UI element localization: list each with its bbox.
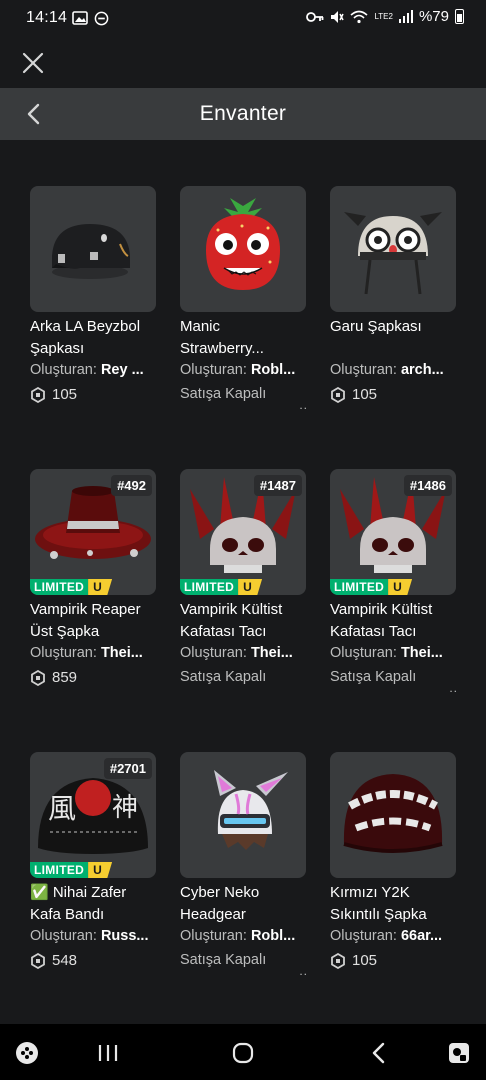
- system-nav-bar: [0, 1024, 486, 1080]
- item-price: 859: [30, 669, 77, 686]
- item-offsale: Satışa Kapalı: [330, 669, 417, 685]
- item-creator: Oluşturan: Russ...: [30, 928, 149, 944]
- gallery-icon: [72, 11, 88, 25]
- serial-badge: #1486: [403, 475, 452, 496]
- item-name: Cyber Neko Headgear: [180, 884, 260, 923]
- limited-badge: LIMITED U: [30, 579, 113, 595]
- item-thumbnail[interactable]: [330, 186, 456, 312]
- item-thumbnail[interactable]: 風 神 #2701 LIMITED U: [30, 752, 156, 878]
- item-name: Arka LA Beyzbol Şapkası: [30, 318, 141, 357]
- item-offsale: Satışa Kapalı: [180, 386, 267, 402]
- item-creator: Oluşturan: Robl...: [180, 362, 296, 378]
- limited-badge: LIMITED U: [30, 862, 113, 878]
- signal-icon: [398, 10, 413, 23]
- close-row: [0, 36, 486, 88]
- garu-beanie-icon: [344, 212, 442, 295]
- battery-percent: %79: [418, 8, 449, 25]
- item-name: Vampirik Kültist Kafatası Tacı: [330, 601, 433, 640]
- serial-badge: #2701: [103, 758, 152, 779]
- robux-icon: [331, 386, 345, 403]
- item-thumbnail[interactable]: #1486 LIMITED U: [330, 469, 456, 595]
- key-icon: [306, 11, 324, 22]
- game-tools-icon[interactable]: [446, 1040, 472, 1066]
- item-thumbnail[interactable]: [330, 752, 456, 878]
- close-icon[interactable]: [20, 50, 46, 76]
- item-price: 105: [30, 386, 77, 403]
- do-not-disturb-icon: [94, 11, 109, 25]
- back-nav-icon[interactable]: [366, 1040, 392, 1066]
- more-dots-icon: ..: [299, 398, 308, 412]
- limited-badge: LIMITED U: [330, 579, 413, 595]
- item-price: 548: [30, 952, 77, 969]
- status-bar: 14:14 LTE2 %79: [0, 0, 486, 36]
- item-price: 105: [330, 386, 377, 403]
- item-creator: Oluşturan: Robl...: [180, 928, 296, 944]
- cyber-neko-helmet-icon: [214, 770, 288, 850]
- game-launcher-icon[interactable]: [14, 1040, 40, 1066]
- robux-icon: [31, 669, 45, 686]
- red-y2k-beanie-icon: [343, 774, 443, 853]
- serial-badge: #1487: [253, 475, 302, 496]
- robux-icon: [331, 952, 345, 969]
- robux-icon: [31, 952, 45, 969]
- mute-icon: [331, 10, 345, 23]
- item-name: Manic Strawberry...: [180, 318, 264, 357]
- item-thumbnail[interactable]: [30, 186, 156, 312]
- item-thumbnail[interactable]: #492 LIMITED U: [30, 469, 156, 595]
- item-name: ✅ Nihai Zafer Kafa Bandı: [30, 884, 127, 923]
- item-creator: Oluşturan: arch...: [330, 362, 444, 378]
- item-thumbnail[interactable]: [180, 752, 306, 878]
- strawberry-head-icon: [206, 198, 280, 290]
- robux-icon: [31, 386, 45, 403]
- item-creator: Oluşturan: Rey ...: [30, 362, 144, 378]
- battery-icon: [455, 9, 464, 24]
- black-baseball-cap-icon: [52, 224, 130, 279]
- svg-text:風: 風: [48, 792, 76, 825]
- item-creator: Oluşturan: Thei...: [330, 645, 443, 661]
- home-icon[interactable]: [230, 1040, 256, 1066]
- item-name: Vampirik Kültist Kafatası Tacı: [180, 601, 283, 640]
- recent-apps-icon[interactable]: [95, 1040, 121, 1066]
- page-title: Envanter: [199, 102, 287, 125]
- item-offsale: Satışa Kapalı: [180, 669, 267, 685]
- item-thumbnail[interactable]: [180, 186, 306, 312]
- status-time: 14:14: [26, 9, 68, 26]
- item-creator: Oluşturan: Thei...: [180, 645, 293, 661]
- more-dots-icon: ..: [299, 964, 308, 978]
- page-header: Envanter: [0, 88, 486, 140]
- item-price: 105: [330, 952, 377, 969]
- limited-badge: LIMITED U: [180, 579, 263, 595]
- svg-text:神: 神: [112, 793, 138, 823]
- item-name: Vampirik Reaper Üst Şapka: [30, 601, 141, 640]
- item-offsale: Satışa Kapalı: [180, 952, 267, 968]
- item-creator: Oluşturan: 66ar...: [330, 928, 443, 944]
- item-name: Kırmızı Y2K Sıkıntılı Şapka: [330, 884, 427, 923]
- wifi-calling-icon: [350, 10, 368, 23]
- serial-badge: #492: [111, 475, 152, 496]
- item-thumbnail[interactable]: #1487 LIMITED U: [180, 469, 306, 595]
- more-dots-icon: ..: [449, 681, 458, 695]
- network-label: LTE2: [374, 11, 393, 21]
- item-creator: Oluşturan: Thei...: [30, 645, 143, 661]
- item-name: Garu Şapkası: [330, 318, 422, 335]
